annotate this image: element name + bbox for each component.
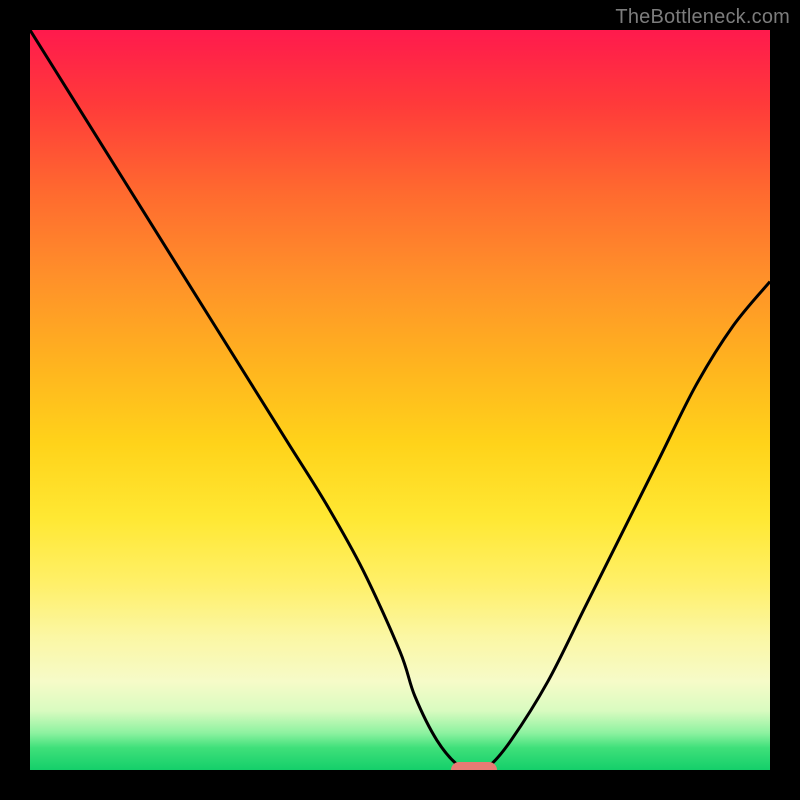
optimal-marker xyxy=(451,762,497,770)
curve-path xyxy=(30,30,770,770)
plot-area xyxy=(30,30,770,770)
chart-frame: TheBottleneck.com xyxy=(0,0,800,800)
watermark-text: TheBottleneck.com xyxy=(615,6,790,29)
bottleneck-curve xyxy=(30,30,770,770)
